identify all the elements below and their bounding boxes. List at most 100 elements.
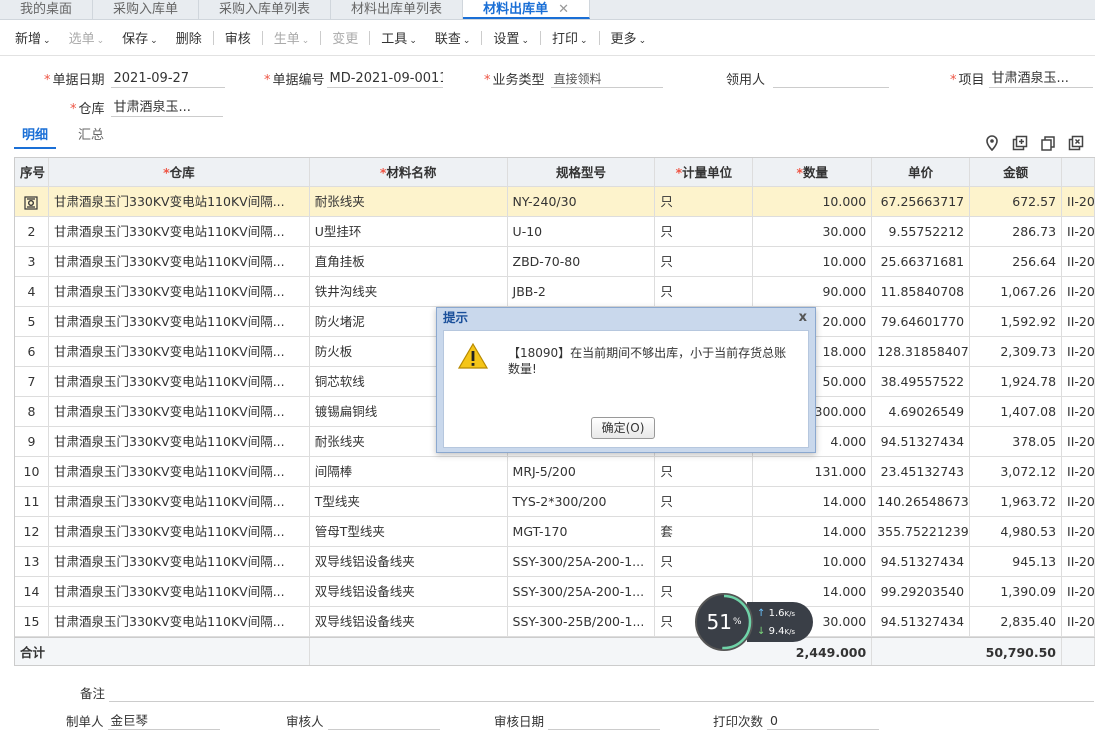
row-qty[interactable]: 30.000 xyxy=(753,217,873,246)
tab-summary[interactable]: 汇总 xyxy=(70,124,112,149)
row-extra[interactable]: II-202 xyxy=(1062,187,1095,216)
table-row[interactable]: 10 甘肃酒泉玉门330KV变电站110KV间隔... 间隔棒 MRJ-5/200 只 1… xyxy=(15,457,1095,487)
row-unit[interactable]: 只 xyxy=(655,457,754,486)
row-amount[interactable]: 1,592.92 xyxy=(970,307,1063,336)
row-unit[interactable]: 只 xyxy=(655,187,754,216)
row-amount[interactable]: 3,072.12 xyxy=(970,457,1063,486)
row-spec[interactable]: NY-240/30 xyxy=(508,187,656,216)
warehouse-input[interactable]: 甘肃酒泉玉... xyxy=(110,99,223,117)
row-price[interactable]: 79.64601770 xyxy=(872,307,971,336)
table-row[interactable]: 14 甘肃酒泉玉门330KV变电站110KV间隔... 双导线铝设备线夹 SSY-30… xyxy=(15,577,1095,607)
row-warehouse[interactable]: 甘肃酒泉玉门330KV变电站110KV间隔... xyxy=(49,277,310,306)
close-icon[interactable]: ✕ xyxy=(558,2,569,17)
row-amount[interactable]: 378.05 xyxy=(970,427,1063,456)
row-qty[interactable]: 131.000 xyxy=(753,457,873,486)
row-warehouse[interactable]: 甘肃酒泉玉门330KV变电站110KV间隔... xyxy=(49,367,310,396)
tab-material-out[interactable]: 材料出库单 ✕ xyxy=(463,0,590,19)
tab-purchase-in-list[interactable]: 采购入库单列表 xyxy=(199,0,332,19)
save-button[interactable]: 保存 ⌄ xyxy=(113,28,167,47)
row-warehouse[interactable]: 甘肃酒泉玉门330KV变电站110KV间隔... xyxy=(49,517,310,546)
row-warehouse[interactable]: 甘肃酒泉玉门330KV变电站110KV间隔... xyxy=(49,607,310,636)
audit-button[interactable]: 审核 xyxy=(216,28,260,47)
row-amount[interactable]: 1,407.08 xyxy=(970,397,1063,426)
row-spec[interactable]: MGT-170 xyxy=(508,517,656,546)
row-extra[interactable]: II-202 xyxy=(1062,457,1095,486)
row-unit[interactable]: 套 xyxy=(655,517,754,546)
row-extra[interactable]: II-202 xyxy=(1062,427,1095,456)
remark-input[interactable] xyxy=(109,684,1095,702)
row-qty[interactable]: 14.000 xyxy=(753,517,873,546)
query-button[interactable]: 联查 ⌄ xyxy=(426,28,480,47)
row-extra[interactable]: II-202 xyxy=(1062,367,1095,396)
table-row[interactable]: 15 甘肃酒泉玉门330KV变电站110KV间隔... 双导线铝设备线夹 SSY-30… xyxy=(15,607,1095,637)
select-button[interactable]: 选单 ⌄ xyxy=(60,28,114,47)
row-price[interactable]: 355.75221239 xyxy=(872,517,971,546)
row-price[interactable]: 9.55752212 xyxy=(872,217,971,246)
more-button[interactable]: 更多 ⌄ xyxy=(602,28,656,47)
row-unit[interactable]: 只 xyxy=(655,547,754,576)
row-spec[interactable]: SSY-300-25B/200-1... xyxy=(508,607,656,636)
change-button[interactable]: 变更 xyxy=(323,28,367,47)
row-extra[interactable]: II-202 xyxy=(1062,607,1095,636)
row-material[interactable]: 管母T型线夹 xyxy=(310,517,508,546)
date-input[interactable]: 2021-09-27 xyxy=(110,70,225,88)
table-row[interactable]: 13 甘肃酒泉玉门330KV变电站110KV间隔... 双导线铝设备线夹 SSY-30… xyxy=(15,547,1095,577)
row-price[interactable]: 94.51327434 xyxy=(872,427,971,456)
row-price[interactable]: 94.51327434 xyxy=(872,607,971,636)
table-row[interactable]: 11 甘肃酒泉玉门330KV变电站110KV间隔... T型线夹 TYS-2*300/… xyxy=(15,487,1095,517)
row-warehouse[interactable]: 甘肃酒泉玉门330KV变电站110KV间隔... xyxy=(49,547,310,576)
row-extra[interactable]: II-202 xyxy=(1062,517,1095,546)
row-extra[interactable]: II-202 xyxy=(1062,217,1095,246)
insert-row-icon[interactable] xyxy=(1011,134,1029,152)
row-price[interactable]: 94.51327434 xyxy=(872,547,971,576)
row-warehouse[interactable]: 甘肃酒泉玉门330KV变电站110KV间隔... xyxy=(49,247,310,276)
row-qty[interactable]: 10.000 xyxy=(753,547,873,576)
row-price[interactable]: 38.49557522 xyxy=(872,367,971,396)
row-warehouse[interactable]: 甘肃酒泉玉门330KV变电站110KV间隔... xyxy=(49,427,310,456)
row-warehouse[interactable]: 甘肃酒泉玉门330KV变电站110KV间隔... xyxy=(49,187,310,216)
receiver-input[interactable] xyxy=(773,70,890,88)
table-row[interactable]: 4 甘肃酒泉玉门330KV变电站110KV间隔... 铁井沟线夹 JBB-2 只 90.0… xyxy=(15,277,1095,307)
delete-row-icon[interactable] xyxy=(1067,134,1085,152)
code-input[interactable]: MD-2021-09-0011 xyxy=(326,70,443,88)
row-material[interactable]: U型挂环 xyxy=(310,217,508,246)
print-button[interactable]: 打印 ⌄ xyxy=(543,28,597,47)
row-extra[interactable]: II-202 xyxy=(1062,337,1095,366)
row-amount[interactable]: 1,924.78 xyxy=(970,367,1063,396)
row-qty[interactable]: 10.000 xyxy=(753,187,873,216)
row-material[interactable]: 耐张线夹 xyxy=(310,187,508,216)
biz-type-select[interactable]: 直接领料 xyxy=(550,70,663,88)
row-price[interactable]: 67.25663717 xyxy=(872,187,971,216)
row-extra[interactable]: II-202 xyxy=(1062,577,1095,606)
table-row[interactable]: 3 甘肃酒泉玉门330KV变电站110KV间隔... 直角挂板 ZBD-70-80 只 1… xyxy=(15,247,1095,277)
row-unit[interactable]: 只 xyxy=(655,487,754,516)
row-material[interactable]: 直角挂板 xyxy=(310,247,508,276)
row-price[interactable]: 140.26548673 xyxy=(872,487,971,516)
row-spec[interactable]: SSY-300/25A-200-1... xyxy=(508,577,656,606)
row-edit-icon[interactable] xyxy=(24,195,39,210)
network-monitor-widget[interactable]: ↑ 1.6K/s ↓ 9.4K/s 51% xyxy=(695,593,815,653)
row-spec[interactable]: JBB-2 xyxy=(508,277,656,306)
row-spec[interactable]: U-10 xyxy=(508,217,656,246)
table-row[interactable]: 12 甘肃酒泉玉门330KV变电站110KV间隔... 管母T型线夹 MGT-170 套… xyxy=(15,517,1095,547)
row-material[interactable]: 间隔棒 xyxy=(310,457,508,486)
row-amount[interactable]: 2,835.40 xyxy=(970,607,1063,636)
row-amount[interactable]: 945.13 xyxy=(970,547,1063,576)
copy-row-icon[interactable] xyxy=(1039,134,1057,152)
settings-button[interactable]: 设置 ⌄ xyxy=(484,28,538,47)
row-amount[interactable]: 672.57 xyxy=(970,187,1063,216)
row-extra[interactable]: II-202 xyxy=(1062,307,1095,336)
row-amount[interactable]: 286.73 xyxy=(970,217,1063,246)
row-amount[interactable]: 1,390.09 xyxy=(970,577,1063,606)
row-unit[interactable]: 只 xyxy=(655,277,754,306)
row-unit[interactable]: 只 xyxy=(655,217,754,246)
row-price[interactable]: 25.66371681 xyxy=(872,247,971,276)
row-amount[interactable]: 2,309.73 xyxy=(970,337,1063,366)
row-warehouse[interactable]: 甘肃酒泉玉门330KV变电站110KV间隔... xyxy=(49,457,310,486)
row-extra[interactable]: II-202 xyxy=(1062,277,1095,306)
close-icon[interactable]: x xyxy=(799,308,807,328)
row-extra[interactable]: II-202 xyxy=(1062,547,1095,576)
row-price[interactable]: 99.29203540 xyxy=(872,577,971,606)
row-price[interactable]: 4.69026549 xyxy=(872,397,971,426)
location-icon[interactable] xyxy=(983,134,1001,152)
